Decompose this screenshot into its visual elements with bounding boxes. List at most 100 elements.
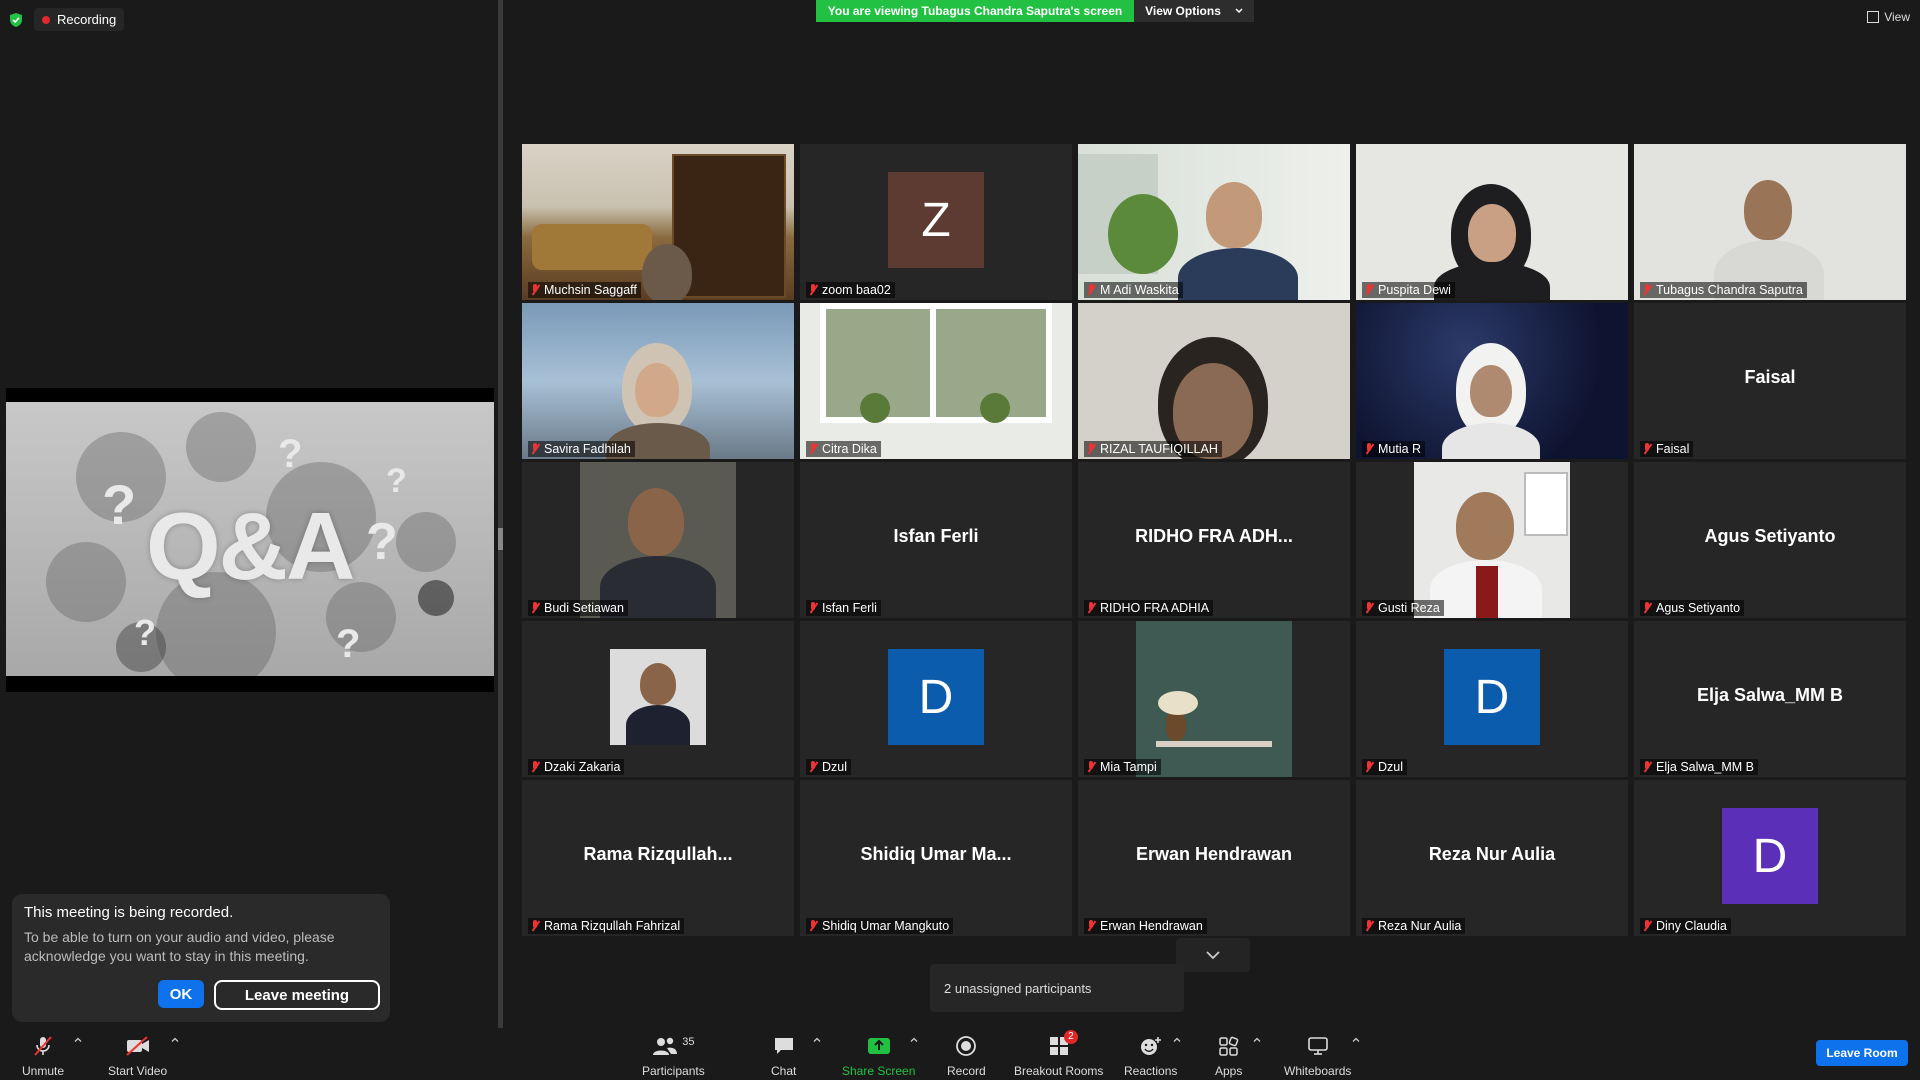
participant-tile[interactable]: Puspita Dewi bbox=[1356, 144, 1628, 300]
chat-options-caret-icon[interactable] bbox=[813, 1036, 821, 1044]
mic-muted-icon bbox=[1364, 443, 1374, 455]
video-options-caret-icon[interactable] bbox=[171, 1036, 179, 1044]
whiteboards-label: Whiteboards bbox=[1284, 1064, 1351, 1078]
participant-tile[interactable]: Mutia R bbox=[1356, 303, 1628, 459]
participant-tile[interactable]: Elja Salwa_MM B Elja Salwa_MM B bbox=[1634, 621, 1906, 777]
participant-tile[interactable]: Gusti Reza bbox=[1356, 462, 1628, 618]
participant-name: Dzul bbox=[822, 760, 847, 774]
participant-tile[interactable]: DDzul bbox=[800, 621, 1072, 777]
participant-name-label: Agus Setiyanto bbox=[1640, 600, 1744, 616]
unmute-button[interactable]: Unmute bbox=[22, 1034, 64, 1078]
ok-button[interactable]: OK bbox=[158, 980, 204, 1008]
mic-muted-icon bbox=[808, 761, 818, 773]
view-options-button[interactable]: View Options bbox=[1134, 0, 1254, 22]
apps-button[interactable]: Apps bbox=[1215, 1034, 1242, 1078]
participant-name-label: Dzaki Zakaria bbox=[528, 759, 624, 775]
participant-tile[interactable]: Budi Setiawan bbox=[522, 462, 794, 618]
participant-display-name: RIDHO FRA ADH... bbox=[1078, 526, 1350, 547]
participant-tile[interactable]: Reza Nur AuliaReza Nur Aulia bbox=[1356, 780, 1628, 936]
mic-muted-icon bbox=[1364, 920, 1374, 932]
mic-muted-icon bbox=[530, 761, 540, 773]
avatar: D bbox=[1722, 808, 1818, 904]
participant-name-label: Diny Claudia bbox=[1640, 918, 1731, 934]
gallery-more-button[interactable] bbox=[1176, 938, 1250, 972]
mic-muted-icon bbox=[1642, 920, 1652, 932]
leave-meeting-button[interactable]: Leave meeting bbox=[214, 980, 380, 1010]
panel-divider-handle[interactable] bbox=[498, 528, 503, 550]
participant-display-name: Agus Setiyanto bbox=[1634, 526, 1906, 547]
participant-tile[interactable]: Rama Rizqullah...Rama Rizqullah Fahrizal bbox=[522, 780, 794, 936]
participant-name: Citra Dika bbox=[822, 442, 877, 456]
participant-name-label: Tubagus Chandra Saputra bbox=[1640, 282, 1807, 298]
participant-tile[interactable]: RIZAL TAUFIQILLAH bbox=[1078, 303, 1350, 459]
apps-icon bbox=[1218, 1035, 1240, 1057]
breakout-rooms-button[interactable]: 2 Breakout Rooms bbox=[1014, 1034, 1103, 1078]
whiteboards-button[interactable]: Whiteboards bbox=[1284, 1034, 1351, 1078]
participant-name-label: M Adi Waskita bbox=[1084, 282, 1183, 298]
panel-divider[interactable] bbox=[498, 0, 503, 1028]
participants-label: Participants bbox=[642, 1064, 705, 1078]
participant-tile[interactable]: Dzaki Zakaria bbox=[522, 621, 794, 777]
mic-muted-icon bbox=[1364, 602, 1374, 614]
avatar: D bbox=[1444, 649, 1540, 745]
participant-name-label: Muchsin Saggaff bbox=[528, 282, 641, 298]
participant-tile[interactable]: Citra Dika bbox=[800, 303, 1072, 459]
whiteboards-options-caret-icon[interactable] bbox=[1352, 1036, 1360, 1044]
participant-name: Savira Fadhilah bbox=[544, 442, 631, 456]
apps-options-caret-icon[interactable] bbox=[1253, 1036, 1261, 1044]
participants-count: 35 bbox=[682, 1036, 694, 1048]
leave-room-button[interactable]: Leave Room bbox=[1816, 1040, 1908, 1066]
participant-name-label: Rama Rizqullah Fahrizal bbox=[528, 918, 684, 934]
notice-body: To be able to turn on your audio and vid… bbox=[24, 928, 374, 966]
participant-name: Agus Setiyanto bbox=[1656, 601, 1740, 615]
view-button[interactable]: View bbox=[1867, 10, 1910, 24]
mic-muted-icon bbox=[530, 443, 540, 455]
participant-display-name: Elja Salwa_MM B bbox=[1634, 685, 1906, 706]
participant-display-name: Isfan Ferli bbox=[800, 526, 1072, 547]
share-screen-label: Share Screen bbox=[842, 1064, 915, 1078]
participant-name: Elja Salwa_MM B bbox=[1656, 760, 1754, 774]
participant-name: Mia Tampi bbox=[1100, 760, 1157, 774]
participant-name: Diny Claudia bbox=[1656, 919, 1727, 933]
mic-muted-icon bbox=[31, 1034, 55, 1058]
mic-muted-icon bbox=[1642, 443, 1652, 455]
participant-name-label: Faisal bbox=[1640, 441, 1693, 457]
reactions-button[interactable]: Reactions bbox=[1124, 1034, 1177, 1078]
participant-tile[interactable]: FaisalFaisal bbox=[1634, 303, 1906, 459]
qa-slide: ? ? ? ? ? ? Q&A bbox=[6, 402, 494, 676]
share-screen-button[interactable]: Share Screen bbox=[842, 1034, 915, 1078]
start-video-button[interactable]: Start Video bbox=[108, 1034, 167, 1078]
participant-tile[interactable]: RIDHO FRA ADH...RIDHO FRA ADHIA bbox=[1078, 462, 1350, 618]
participant-name-label: Gusti Reza bbox=[1362, 600, 1444, 616]
participant-tile[interactable]: DDzul bbox=[1356, 621, 1628, 777]
reactions-options-caret-icon[interactable] bbox=[1173, 1036, 1181, 1044]
participant-tile[interactable]: Muchsin Saggaff bbox=[522, 144, 794, 300]
apps-label: Apps bbox=[1215, 1064, 1242, 1078]
participant-name: Budi Setiawan bbox=[544, 601, 624, 615]
recording-pill[interactable]: Recording bbox=[34, 8, 124, 31]
share-options-caret-icon[interactable] bbox=[910, 1036, 918, 1044]
view-options-label: View Options bbox=[1145, 4, 1221, 18]
participant-tile[interactable]: Mia Tampi bbox=[1078, 621, 1350, 777]
participants-button[interactable]: 35 Participants bbox=[642, 1034, 705, 1078]
participant-tile[interactable]: Tubagus Chandra Saputra bbox=[1634, 144, 1906, 300]
record-button[interactable]: Record bbox=[947, 1034, 986, 1078]
participant-name: Gusti Reza bbox=[1378, 601, 1440, 615]
participant-tile[interactable]: D Diny Claudia bbox=[1634, 780, 1906, 936]
participant-tile[interactable]: Erwan HendrawanErwan Hendrawan bbox=[1078, 780, 1350, 936]
mic-muted-icon bbox=[530, 284, 540, 296]
participant-display-name: Reza Nur Aulia bbox=[1356, 844, 1628, 865]
participant-tile[interactable]: Agus Setiyanto Agus Setiyanto bbox=[1634, 462, 1906, 618]
participant-tile[interactable]: Savira Fadhilah bbox=[522, 303, 794, 459]
breakout-rooms-label: Breakout Rooms bbox=[1014, 1064, 1103, 1078]
participant-tile[interactable]: Shidiq Umar Ma...Shidiq Umar Mangkuto bbox=[800, 780, 1072, 936]
participant-tile[interactable]: Zzoom baa02 bbox=[800, 144, 1072, 300]
chat-button[interactable]: Chat bbox=[771, 1034, 796, 1078]
participant-tile[interactable]: Isfan FerliIsfan Ferli bbox=[800, 462, 1072, 618]
participant-name-label: Erwan Hendrawan bbox=[1084, 918, 1207, 934]
audio-options-caret-icon[interactable] bbox=[74, 1036, 82, 1044]
participant-video bbox=[1078, 303, 1350, 459]
mic-muted-icon bbox=[808, 602, 818, 614]
participant-display-name: Shidiq Umar Ma... bbox=[800, 844, 1072, 865]
participant-tile[interactable]: M Adi Waskita bbox=[1078, 144, 1350, 300]
